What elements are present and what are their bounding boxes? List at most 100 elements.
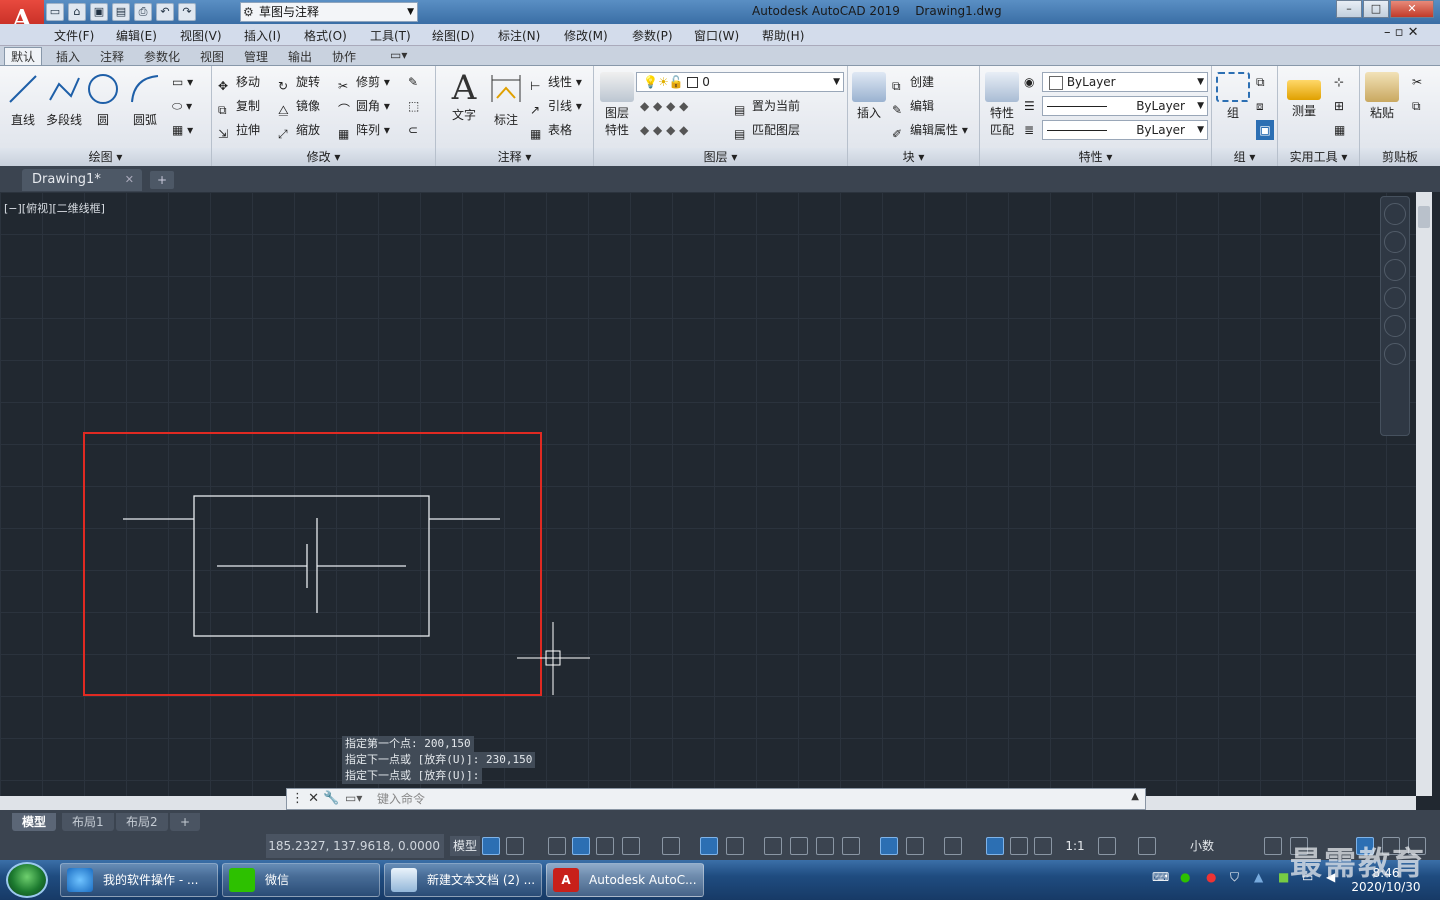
units-dropdown[interactable]: 小数	[1168, 836, 1258, 856]
print-icon[interactable]: ⎙	[134, 3, 152, 21]
showmotion-icon[interactable]	[1384, 343, 1406, 365]
viewcube-icon[interactable]	[1384, 203, 1406, 225]
trim-button[interactable]: ✂ 修剪 ▾	[338, 72, 390, 93]
doc-window-controls[interactable]: – ▫ ✕	[1384, 25, 1418, 40]
object-snap-tracking-icon[interactable]	[700, 837, 718, 855]
vertical-scrollbar[interactable]	[1416, 192, 1432, 796]
command-prompt-icon[interactable]: ▭▾	[345, 791, 362, 805]
edit-attributes-button[interactable]: ✐ 编辑属性 ▾	[892, 120, 968, 141]
auto-scale-icon[interactable]	[1010, 837, 1028, 855]
start-button[interactable]	[6, 862, 48, 898]
panel-draw-title[interactable]: 绘图 ▾	[0, 148, 211, 166]
move-button[interactable]: ✥ 移动	[218, 72, 260, 93]
annotation-scale-icon[interactable]	[1034, 837, 1052, 855]
3d-osnap-icon[interactable]	[842, 837, 860, 855]
line-button[interactable]: 直线	[6, 72, 40, 128]
tab-output[interactable]: 输出	[282, 48, 318, 65]
selection-cycling-icon[interactable]	[816, 837, 834, 855]
tab-layout1[interactable]: 布局1	[62, 813, 114, 831]
network-icon[interactable]: ▲	[1254, 870, 1263, 884]
panel-modify-title[interactable]: 修改 ▾	[212, 148, 435, 166]
layer-tools-row1[interactable]: ◆ ◆ ◆ ◆	[640, 96, 688, 116]
redo-icon[interactable]: ↷	[178, 3, 196, 21]
pan-hand-icon[interactable]	[1384, 259, 1406, 281]
menu-edit[interactable]: 编辑(E)	[116, 27, 157, 44]
workspace-dropdown[interactable]: ⚙ 草图与注释 ▼	[240, 2, 418, 22]
group-select-icon[interactable]: ▣	[1256, 120, 1274, 140]
isometric-icon[interactable]	[662, 837, 680, 855]
menu-file[interactable]: 文件(F)	[54, 27, 94, 44]
layer-tools-row2[interactable]: ◆ ◆ ◆ ◆	[640, 120, 688, 140]
calculator-icon[interactable]: ▦	[1334, 120, 1345, 140]
tab-manage[interactable]: 管理	[238, 48, 274, 65]
stretch-button[interactable]: ⇲ 拉伸	[218, 120, 260, 141]
chevron-up-icon[interactable]: ▲	[1131, 791, 1139, 802]
orbit-icon[interactable]	[1384, 315, 1406, 337]
scale-dropdown[interactable]: 1:1	[1058, 836, 1092, 856]
menu-window[interactable]: 窗口(W)	[694, 27, 739, 44]
copy-button[interactable]: ⧉ 复制	[218, 96, 260, 117]
arc-button[interactable]: 圆弧	[128, 72, 162, 128]
annotation-monitor-icon[interactable]	[1138, 837, 1156, 855]
polyline-button[interactable]: 多段线	[44, 72, 84, 128]
task-browser[interactable]: 我的软件操作 - ...	[60, 863, 218, 897]
match-properties-button[interactable]: 特性 匹配	[984, 72, 1020, 138]
lineweight-dropdown[interactable]: ByLayer ▼	[1042, 120, 1208, 140]
panel-groups-title[interactable]: 组 ▾	[1212, 148, 1277, 166]
create-block-button[interactable]: ⧉ 创建	[892, 72, 934, 93]
panel-layers-title[interactable]: 图层 ▾	[594, 148, 847, 166]
panel-annotation-title[interactable]: 注释 ▾	[436, 148, 593, 166]
match-layer-button[interactable]: ▤ 匹配图层	[734, 120, 800, 141]
set-current-button[interactable]: ▤ 置为当前	[734, 96, 800, 117]
tab-default[interactable]: 默认	[4, 47, 43, 65]
selection-filter-icon[interactable]	[906, 837, 924, 855]
tab-model[interactable]: 模型	[12, 813, 57, 831]
dynamic-ucs-icon[interactable]	[880, 837, 898, 855]
measure-button[interactable]: 测量	[1284, 72, 1324, 119]
snap-icon[interactable]	[506, 837, 524, 855]
copy-clip-icon[interactable]: ⧉	[1412, 96, 1421, 116]
close-tab-icon[interactable]: ✕	[125, 169, 134, 191]
dynamic-input-icon[interactable]	[572, 837, 590, 855]
menu-dimension[interactable]: 标注(N)	[498, 27, 540, 44]
cut-icon[interactable]: ✂	[1412, 72, 1422, 92]
ribbon-options-icon[interactable]: ▭▾	[384, 48, 413, 62]
lineweight-toggle-icon[interactable]	[764, 837, 782, 855]
leader-button[interactable]: ↗ 引线 ▾	[530, 96, 582, 117]
wechat-tray-icon[interactable]: ●	[1180, 870, 1190, 884]
transparency-icon[interactable]	[790, 837, 808, 855]
group-edit-icon[interactable]: ⧈	[1256, 96, 1264, 116]
drawing-canvas[interactable]: [−][俯视][二维线框]	[0, 192, 1422, 796]
command-input[interactable]: 键入命令	[377, 791, 1137, 807]
quick-select-icon[interactable]: ⊞	[1334, 96, 1344, 116]
task-notepad[interactable]: 新建文本文档 (2) ...	[384, 863, 542, 897]
save-icon[interactable]: ▣	[90, 3, 108, 21]
document-tab[interactable]: Drawing1* ✕	[22, 169, 142, 191]
panel-clipboard-title[interactable]: 剪贴板	[1360, 148, 1440, 166]
group-button[interactable]: 组	[1216, 72, 1250, 121]
hatch-icon[interactable]: ▦ ▾	[172, 120, 193, 140]
menu-view[interactable]: 视图(V)	[180, 27, 222, 44]
panel-properties-title[interactable]: 特性 ▾	[980, 148, 1211, 166]
model-space-button[interactable]: 模型	[450, 836, 480, 856]
tab-collaborate[interactable]: 协作	[326, 48, 362, 65]
linear-dim-button[interactable]: ⊢ 线性 ▾	[530, 72, 582, 93]
workspace-gear-icon[interactable]	[1098, 837, 1116, 855]
close-button[interactable]: ✕	[1390, 0, 1434, 18]
nvidia-icon[interactable]: ■	[1278, 870, 1289, 884]
tab-layout2[interactable]: 布局2	[116, 813, 168, 831]
tab-parametric[interactable]: 参数化	[138, 48, 186, 65]
tab-view[interactable]: 视图	[194, 48, 230, 65]
menu-modify[interactable]: 修改(M)	[564, 27, 608, 44]
task-wechat[interactable]: 微信	[222, 863, 380, 897]
menu-draw[interactable]: 绘图(D)	[432, 27, 475, 44]
quick-properties-icon[interactable]	[1264, 837, 1282, 855]
coordinate-display[interactable]: 185.2327, 137.9618, 0.0000	[266, 834, 444, 858]
menu-parametric[interactable]: 参数(P)	[632, 27, 673, 44]
task-autocad[interactable]: A Autodesk AutoC...	[546, 863, 704, 897]
new-file-icon[interactable]: ▭	[46, 3, 64, 21]
object-snap-icon[interactable]	[726, 837, 744, 855]
polar-tracking-icon[interactable]	[622, 837, 640, 855]
annotation-visibility-icon[interactable]	[986, 837, 1004, 855]
minimize-button[interactable]: –	[1336, 0, 1362, 18]
